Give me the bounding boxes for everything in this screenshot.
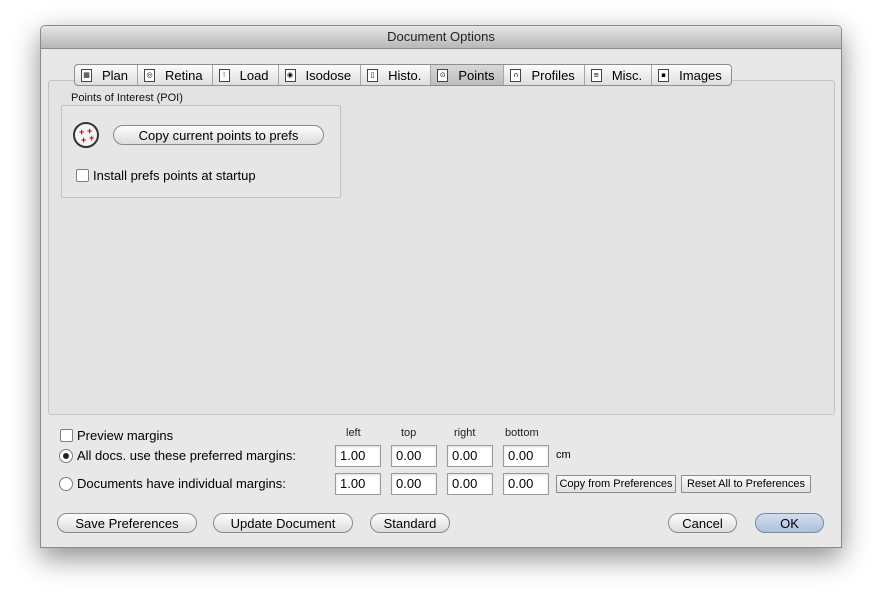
plan-tab-icon: ▦: [81, 68, 92, 82]
individual-margins-radio[interactable]: [59, 477, 73, 491]
all-docs-left-field[interactable]: 1.00: [335, 445, 381, 467]
tab-label: Plan: [102, 67, 129, 83]
tab-points[interactable]: ⊙ Points: [431, 65, 505, 85]
poi-group-label: Points of Interest (POI): [71, 92, 183, 104]
tab-label: Load: [239, 67, 269, 83]
tab-bar: ▦ Plan ◎ Retina ⁝ Load ◉ Isodose ▯ Histo. ⊙ Po…: [74, 64, 732, 86]
all-docs-margins-label: All docs. use these preferred margins:: [77, 448, 296, 463]
tab-images[interactable]: ▪ Images: [652, 65, 731, 85]
all-docs-margins-radio[interactable]: [59, 449, 73, 463]
all-docs-right-field[interactable]: 0.00: [447, 445, 493, 467]
reset-all-to-preferences-button[interactable]: Reset All to Preferences: [681, 475, 811, 493]
margin-col-top: top: [401, 427, 417, 439]
tab-profiles[interactable]: ∩ Profiles: [504, 65, 585, 85]
tab-label: Profiles: [531, 67, 575, 83]
margin-col-right: right: [454, 427, 476, 439]
tab-label: Points: [458, 67, 495, 83]
save-preferences-button[interactable]: Save Preferences: [57, 513, 197, 533]
margin-unit-label: cm: [556, 449, 571, 461]
individual-right-field[interactable]: 0.00: [447, 473, 493, 495]
histo-tab-icon: ▯: [367, 68, 379, 82]
tab-isodose[interactable]: ◉ Isodose: [279, 65, 362, 85]
update-document-button[interactable]: Update Document: [213, 513, 353, 533]
tab-label: Isodose: [305, 67, 352, 83]
individual-bottom-field[interactable]: 0.00: [503, 473, 549, 495]
tab-label: Images: [679, 67, 722, 83]
tab-histo[interactable]: ▯ Histo.: [361, 65, 432, 85]
tab-label: Retina: [165, 67, 203, 83]
margin-col-bottom: bottom: [505, 427, 539, 439]
ok-button[interactable]: OK: [755, 513, 824, 533]
copy-from-preferences-button[interactable]: Copy from Preferences: [556, 475, 676, 493]
margin-col-left: left: [346, 427, 361, 439]
tab-label: Histo.: [388, 67, 422, 83]
install-prefs-points-checkbox[interactable]: [76, 169, 89, 182]
tab-load[interactable]: ⁝ Load: [213, 65, 279, 85]
preview-margins-label: Preview margins: [77, 428, 174, 443]
cancel-button[interactable]: Cancel: [668, 513, 737, 533]
install-prefs-points-label: Install prefs points at startup: [93, 168, 256, 183]
poi-target-icon: + + + +: [73, 122, 99, 148]
copy-points-to-prefs-button[interactable]: Copy current points to prefs: [113, 125, 324, 145]
tab-label: Misc.: [611, 67, 643, 83]
load-tab-icon: ⁝: [218, 68, 230, 82]
images-tab-icon: ▪: [658, 68, 670, 82]
standard-button[interactable]: Standard: [370, 513, 450, 533]
window-title: Document Options: [41, 26, 841, 49]
isodose-tab-icon: ◉: [284, 68, 296, 82]
all-docs-bottom-field[interactable]: 0.00: [503, 445, 549, 467]
document-options-dialog: Document Options ▦ Plan ◎ Retina ⁝ Load ◉ Is…: [40, 25, 842, 548]
tab-retina[interactable]: ◎ Retina: [138, 65, 213, 85]
tab-plan[interactable]: ▦ Plan: [75, 65, 139, 85]
retina-tab-icon: ◎: [144, 68, 156, 82]
poi-group-box: [61, 105, 341, 198]
profiles-tab-icon: ∩: [510, 68, 522, 82]
tab-misc[interactable]: ≡ Misc.: [585, 65, 653, 85]
individual-top-field[interactable]: 0.00: [391, 473, 437, 495]
individual-margins-label: Documents have individual margins:: [77, 476, 286, 491]
points-tab-icon: ⊙: [437, 68, 449, 82]
misc-tab-icon: ≡: [590, 68, 602, 82]
all-docs-top-field[interactable]: 0.00: [391, 445, 437, 467]
individual-left-field[interactable]: 1.00: [335, 473, 381, 495]
preview-margins-checkbox[interactable]: [60, 429, 73, 442]
